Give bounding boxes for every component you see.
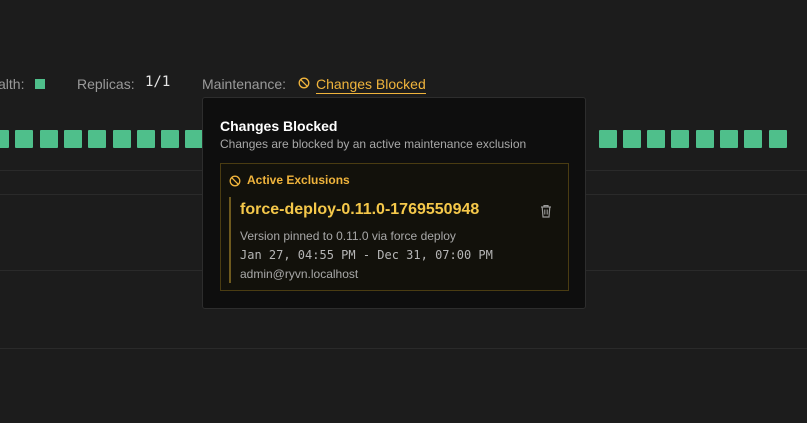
status-bar: alth: Replicas: 1/1 Maintenance: Changes…: [0, 74, 807, 94]
health-square: [671, 130, 690, 148]
health-square: [647, 130, 666, 148]
health-square: [720, 130, 738, 148]
health-label: alth:: [0, 76, 25, 92]
exclusion-reason: Version pinned to 0.11.0 via force deplo…: [240, 229, 456, 243]
page: alth: Replicas: 1/1 Maintenance: Changes…: [0, 0, 807, 423]
health-square: [112, 130, 131, 148]
health-square: [598, 130, 617, 148]
exclusions-heading: Active Exclusions: [247, 173, 350, 187]
health-square: [161, 130, 180, 148]
popover-title: Changes Blocked: [220, 118, 338, 134]
blocked-icon: [229, 175, 241, 187]
trash-icon[interactable]: [538, 203, 554, 219]
maintenance-popover: Changes Blocked Changes are blocked by a…: [202, 97, 586, 309]
active-exclusions-panel: Active Exclusions force-deploy-0.11.0-17…: [220, 163, 569, 291]
health-square: [622, 130, 641, 148]
maintenance-status-link[interactable]: Changes Blocked: [316, 76, 426, 94]
replicas-value: 1/1: [145, 74, 171, 90]
exclusion-item: force-deploy-0.11.0-1769550948 Version p…: [229, 197, 560, 283]
blocked-icon: [298, 77, 310, 89]
divider: [0, 348, 807, 349]
health-square: [15, 130, 34, 148]
health-square: [695, 130, 714, 148]
health-square: [63, 130, 82, 148]
exclusion-created-by: admin@ryvn.localhost: [240, 267, 359, 281]
replicas-label: Replicas:: [77, 76, 135, 92]
health-square: [88, 130, 107, 148]
health-square: [0, 130, 9, 148]
health-square: [768, 130, 787, 148]
health-indicator: [35, 79, 45, 89]
maintenance-label: Maintenance:: [202, 76, 287, 92]
health-square: [744, 130, 763, 148]
health-square: [39, 130, 58, 148]
exclusion-name: force-deploy-0.11.0-1769550948: [240, 201, 480, 218]
health-square: [136, 130, 155, 148]
exclusion-time-range: Jan 27, 04:55 PM - Dec 31, 07:00 PM: [240, 248, 493, 262]
popover-subtitle: Changes are blocked by an active mainten…: [220, 137, 527, 151]
health-square: [185, 130, 204, 148]
